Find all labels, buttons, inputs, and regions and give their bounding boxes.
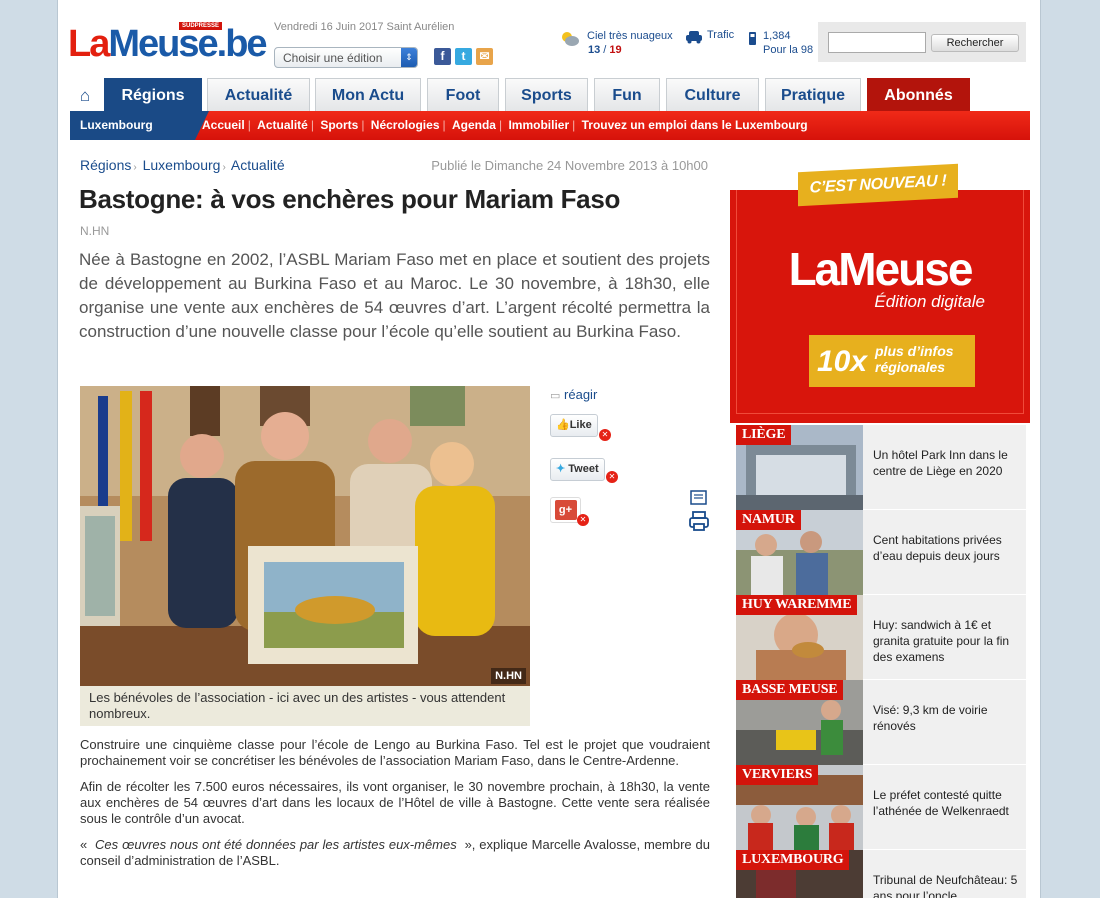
subnav-links: Accueil | Actualité | Sports | Nécrologies |… — [202, 118, 808, 132]
tab-pratique[interactable]: Pratique — [765, 78, 861, 111]
quote-text: Ces œuvres nous ont été données par les … — [95, 837, 457, 852]
search-input[interactable] — [828, 32, 926, 53]
breadcrumb: Régions › Luxembourg › Actualité — [80, 157, 285, 173]
news-region-tag[interactable]: LUXEMBOURG — [736, 850, 850, 870]
article-photo[interactable]: N.HN — [80, 386, 530, 686]
volunteers-photo-illustration — [80, 386, 530, 686]
tab-mon-actu[interactable]: Mon Actu — [315, 78, 421, 111]
thumbs-up-icon: 👍 — [556, 419, 570, 431]
edition-select[interactable]: Choisir une édition ⇕ — [274, 47, 418, 68]
subnav-link-necrologies[interactable]: Nécrologies — [371, 118, 440, 132]
subnav-link-actualite[interactable]: Actualité — [257, 118, 308, 132]
subnav-region-label[interactable]: Luxembourg — [70, 111, 209, 140]
photo-credit: N.HN — [491, 668, 526, 684]
traffic-link[interactable]: Trafic — [707, 29, 734, 41]
breadcrumb-actualite[interactable]: Actualité — [231, 157, 285, 173]
article-quote-paragraph: « Ces œuvres nous ont été données par le… — [80, 837, 710, 868]
search-box: Rechercher — [818, 22, 1026, 62]
mail-icon[interactable]: ✉ — [476, 48, 493, 65]
sub-navigation: Luxembourg Accueil | Actualité | Sports | N… — [70, 111, 1030, 140]
tab-fun[interactable]: Fun — [594, 78, 660, 111]
news-headline[interactable]: Tribunal de Neufchâteau: 5 ans pour l’on… — [873, 872, 1019, 898]
fuel-widget[interactable]: 1,384 Pour la 98 — [763, 29, 813, 57]
badge-icon: ✕ — [606, 471, 618, 483]
logo-badge: SUDPRESSE — [179, 22, 223, 30]
news-item-huy-waremme[interactable]: HUY WAREMME Huy: sandwich à 1€ et granit… — [736, 595, 1026, 680]
tab-sports[interactable]: Sports — [505, 78, 588, 111]
home-icon[interactable]: ⌂ — [70, 80, 100, 111]
page: LaMeuse.be SUDPRESSE Vendredi 16 Juin 20… — [57, 0, 1041, 898]
breadcrumb-regions[interactable]: Régions — [80, 157, 131, 173]
subnav-link-immobilier[interactable]: Immobilier — [508, 118, 569, 132]
subnav-link-accueil[interactable]: Accueil — [202, 118, 245, 132]
tab-abonnes[interactable]: Abonnés — [867, 78, 970, 111]
news-region-tag[interactable]: HUY WAREMME — [736, 595, 858, 615]
tab-regions[interactable]: Régions — [104, 78, 202, 111]
tab-actualite[interactable]: Actualité — [207, 78, 310, 111]
news-item-verviers[interactable]: VERVIERS Le préfet contesté quitte l’ath… — [736, 765, 1026, 850]
news-headline[interactable]: Huy: sandwich à 1€ et granita gratuite p… — [873, 617, 1019, 665]
twitter-icon[interactable]: t — [455, 48, 472, 65]
badge-icon: ✕ — [599, 429, 611, 441]
comment-icon: ▭ — [550, 390, 561, 402]
print-icon[interactable] — [688, 510, 710, 532]
subnav-link-agenda[interactable]: Agenda — [452, 118, 496, 132]
news-headline[interactable]: Visé: 9,3 km de voirie rénovés — [873, 702, 1019, 734]
news-item-basse-meuse[interactable]: BASSE MEUSE Visé: 9,3 km de voirie rénov… — [736, 680, 1026, 765]
search-button[interactable]: Rechercher — [931, 34, 1019, 52]
twitter-bird-icon: ✦ — [556, 463, 566, 475]
tab-foot[interactable]: Foot — [427, 78, 499, 111]
car-icon — [686, 31, 702, 44]
published-date: Publié le Dimanche 24 Novembre 2013 à 10… — [431, 158, 708, 173]
news-headline[interactable]: Cent habitations privées d’eau depuis de… — [873, 532, 1019, 564]
news-region-tag[interactable]: VERVIERS — [736, 765, 819, 785]
news-item-luxembourg[interactable]: LUXEMBOURG Tribunal de Neufchâteau: 5 an… — [736, 850, 1026, 898]
article-paragraph: Afin de récolter les 7.500 euros nécessa… — [80, 779, 710, 826]
news-region-tag[interactable]: BASSE MEUSE — [736, 680, 844, 700]
react-link[interactable]: ▭ réagir — [550, 387, 597, 402]
weather-widget[interactable]: Ciel très nuageux 13 / 19 — [587, 29, 673, 57]
promo-badge: 10x plus d’infos régionales — [809, 335, 975, 387]
article-paragraph: Construire une cinquième classe pour l’é… — [80, 737, 710, 768]
breadcrumb-luxembourg[interactable]: Luxembourg — [143, 157, 221, 173]
article-lead: Née à Bastogne en 2002, l’ASBL Mariam Fa… — [79, 250, 710, 341]
site-logo[interactable]: LaMeuse.be — [68, 22, 268, 66]
article-title: Bastogne: à vos enchères pour Mariam Fas… — [79, 184, 621, 214]
article-author: N.HN — [80, 224, 110, 238]
news-item-liege[interactable]: LIÈGE Un hôtel Park Inn dans le centre d… — [736, 425, 1026, 510]
cloudy-weather-icon — [562, 32, 579, 46]
news-region-tag[interactable]: NAMUR — [736, 510, 801, 530]
facebook-icon[interactable]: f — [434, 48, 451, 65]
promo-logo: LaMeuse — [788, 243, 974, 295]
news-headline[interactable]: Le préfet contesté quitte l’athénée de W… — [873, 787, 1019, 819]
fuel-pump-icon — [749, 32, 756, 45]
pdf-icon[interactable] — [690, 490, 708, 506]
promo-subtitle: Édition digitale — [874, 292, 985, 311]
news-item-namur[interactable]: NAMUR Cent habitations privées d’eau dep… — [736, 510, 1026, 595]
select-arrows-icon: ⇕ — [401, 48, 417, 67]
tweet-button[interactable]: ✦ Tweet — [550, 458, 605, 481]
article-body: Construire une cinquième classe pour l’é… — [80, 737, 710, 879]
badge-icon: ✕ — [577, 514, 589, 526]
news-headline[interactable]: Un hôtel Park Inn dans le centre de Lièg… — [873, 447, 1019, 479]
facebook-like-button[interactable]: 👍Like — [550, 414, 598, 437]
subnav-link-sports[interactable]: Sports — [320, 118, 358, 132]
tab-culture[interactable]: Culture — [666, 78, 759, 111]
photo-caption: Les bénévoles de l’association - ici ave… — [80, 686, 530, 726]
date-line: Vendredi 16 Juin 2017 Saint Aurélien — [274, 21, 455, 33]
subnav-link-emploi[interactable]: Trouvez un emploi dans le Luxembourg — [582, 118, 808, 132]
digital-edition-promo[interactable]: LaMeuse Édition digitale 10x plus d’info… — [730, 190, 1030, 423]
news-region-tag[interactable]: LIÈGE — [736, 425, 792, 445]
